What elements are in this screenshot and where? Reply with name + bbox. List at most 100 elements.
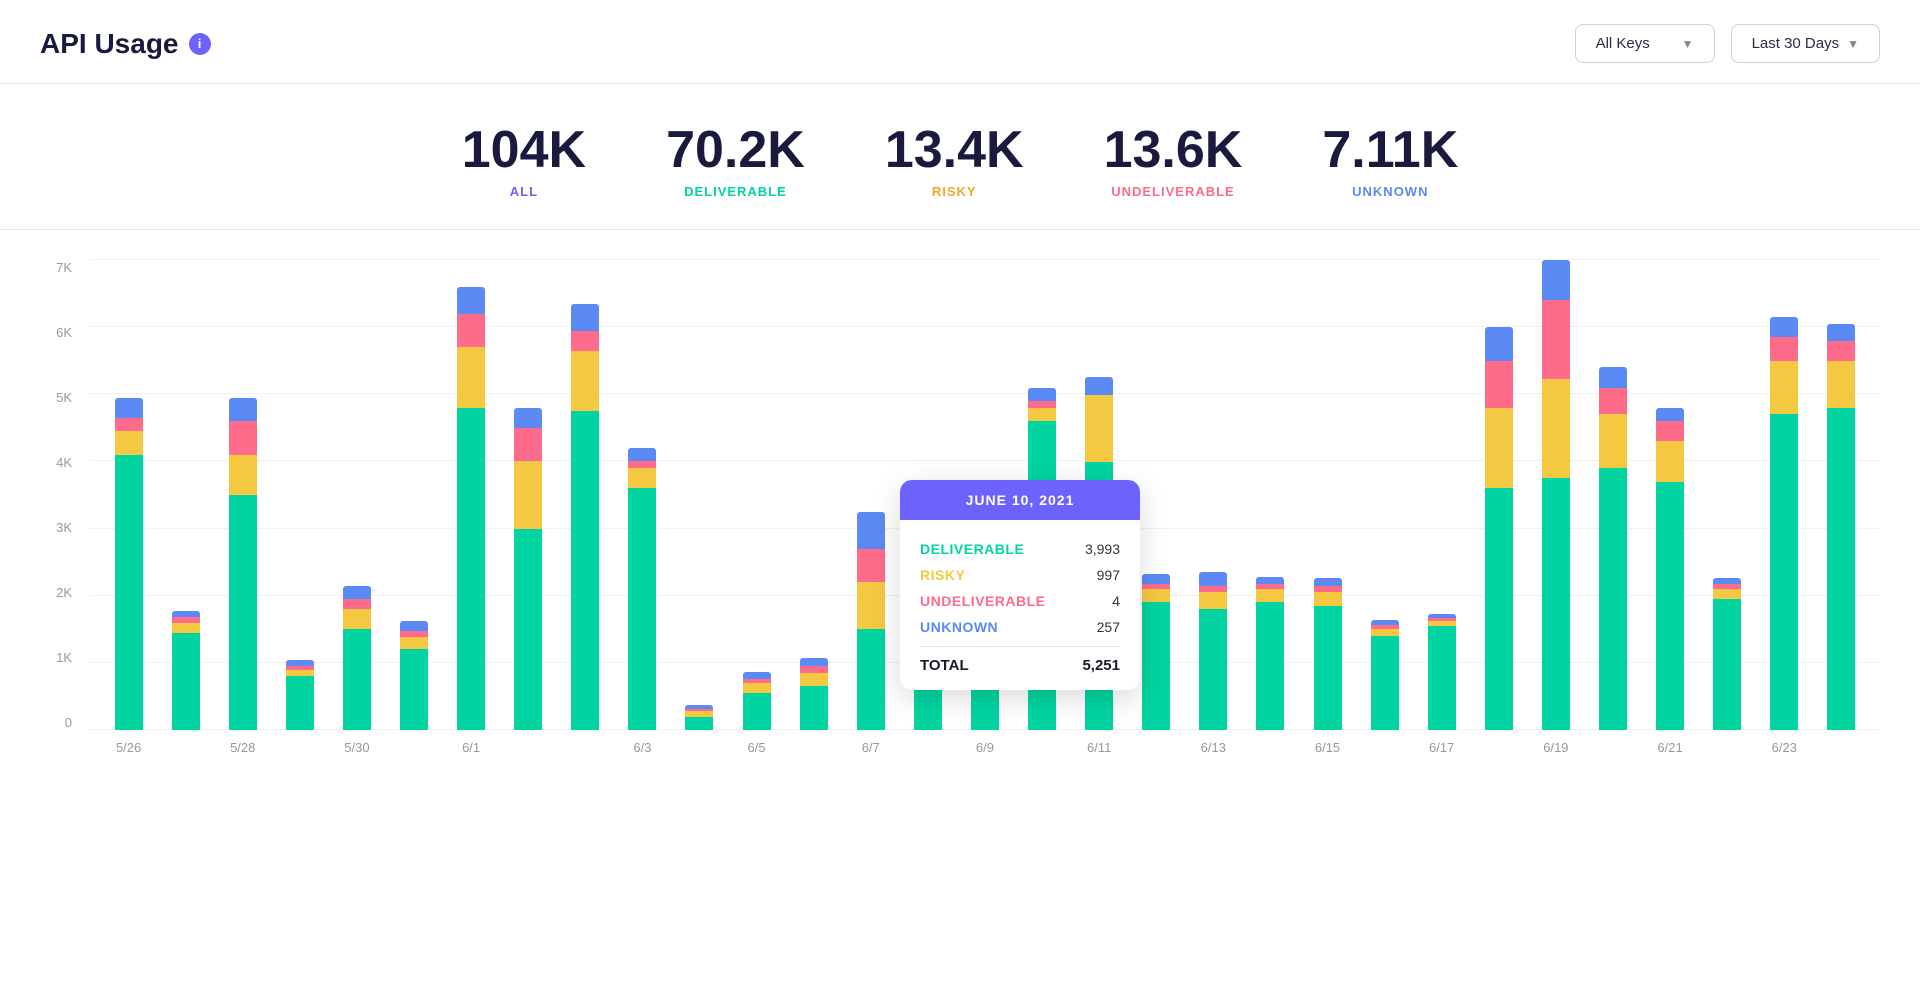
tooltip-total-label: TOTAL xyxy=(920,657,969,674)
bar-group[interactable] xyxy=(100,260,157,730)
bar[interactable] xyxy=(1428,614,1456,730)
bar-segment-deliverable xyxy=(1142,602,1170,730)
bar-group[interactable] xyxy=(842,260,899,730)
period-dropdown[interactable]: Last 30 Days ▼ xyxy=(1731,24,1880,63)
bar-group[interactable] xyxy=(1242,260,1299,730)
bar[interactable] xyxy=(286,660,314,730)
bar-segment-unknown xyxy=(400,621,428,631)
x-axis-label xyxy=(1470,730,1527,780)
bar-segment-deliverable xyxy=(685,717,713,730)
y-axis-label: 3K xyxy=(40,520,80,535)
bar-group[interactable] xyxy=(785,260,842,730)
bar[interactable] xyxy=(1314,578,1342,730)
x-axis-label: 6/3 xyxy=(614,730,671,780)
bar-group[interactable] xyxy=(1185,260,1242,730)
x-axis-label: 5/26 xyxy=(100,730,157,780)
bar-group[interactable] xyxy=(1642,260,1699,730)
bar[interactable] xyxy=(1770,317,1798,730)
bar[interactable] xyxy=(1713,578,1741,730)
chart-container: 7K6K5K4K3K2K1K0 5/265/285/306/16/36/56/7… xyxy=(40,260,1880,780)
x-axis-label: 5/30 xyxy=(328,730,385,780)
bar-segment-deliverable xyxy=(1827,408,1855,730)
stat-label-undeliverable: UNDELIVERABLE xyxy=(1104,184,1243,199)
bar-group[interactable] xyxy=(728,260,785,730)
bar-segment-unknown xyxy=(857,512,885,549)
bar-group[interactable] xyxy=(1299,260,1356,730)
bar-group[interactable] xyxy=(1356,260,1413,730)
bar-group[interactable] xyxy=(500,260,557,730)
bar-segment-deliverable xyxy=(1371,636,1399,730)
bar-segment-undeliverable xyxy=(571,331,599,351)
tooltip-row: UNKNOWN 257 xyxy=(920,614,1120,640)
bar[interactable] xyxy=(229,398,257,730)
x-axis-label xyxy=(785,730,842,780)
bar[interactable] xyxy=(115,398,143,730)
keys-dropdown[interactable]: All Keys ▼ xyxy=(1575,24,1715,63)
chart-section: 7K6K5K4K3K2K1K0 5/265/285/306/16/36/56/7… xyxy=(0,230,1920,800)
info-icon[interactable]: i xyxy=(189,33,211,55)
x-axis-label xyxy=(1242,730,1299,780)
bar[interactable] xyxy=(1371,620,1399,730)
bar-group[interactable] xyxy=(557,260,614,730)
bar-group[interactable] xyxy=(1756,260,1813,730)
bar[interactable] xyxy=(1827,324,1855,730)
bar-segment-deliverable xyxy=(229,495,257,730)
bar[interactable] xyxy=(571,304,599,730)
x-axis-label: 6/5 xyxy=(728,730,785,780)
bar-segment-deliverable xyxy=(1770,414,1798,730)
y-axis-label: 7K xyxy=(40,260,80,275)
bar-group[interactable] xyxy=(671,260,728,730)
bar-group[interactable] xyxy=(614,260,671,730)
bar-group[interactable] xyxy=(1527,260,1584,730)
bar-group[interactable] xyxy=(443,260,500,730)
bar-group[interactable] xyxy=(1699,260,1756,730)
bar-segment-undeliverable xyxy=(400,631,428,638)
bar-group[interactable] xyxy=(385,260,442,730)
bar[interactable] xyxy=(857,512,885,730)
bar-group[interactable] xyxy=(214,260,271,730)
bar-segment-unknown xyxy=(457,287,485,314)
bar-segment-risky xyxy=(1028,408,1056,421)
bar-segment-unknown xyxy=(514,408,542,428)
bar-segment-unknown xyxy=(1656,408,1684,421)
bar[interactable] xyxy=(514,408,542,730)
bar[interactable] xyxy=(1542,260,1570,730)
stat-value-risky: 13.4K xyxy=(885,124,1024,176)
bar[interactable] xyxy=(1142,574,1170,730)
bar[interactable] xyxy=(800,658,828,730)
bar[interactable] xyxy=(343,586,371,730)
bar-segment-unknown xyxy=(1256,577,1284,584)
bar-group[interactable] xyxy=(271,260,328,730)
bar-segment-deliverable xyxy=(457,408,485,730)
bar-segment-undeliverable xyxy=(1770,337,1798,360)
bar-group[interactable] xyxy=(1584,260,1641,730)
bar-group[interactable] xyxy=(1470,260,1527,730)
bar[interactable] xyxy=(400,621,428,730)
bar[interactable] xyxy=(1656,408,1684,730)
bar[interactable] xyxy=(1256,577,1284,730)
period-dropdown-arrow: ▼ xyxy=(1847,37,1859,51)
stat-label-all: ALL xyxy=(462,184,586,199)
bar-group[interactable] xyxy=(1813,260,1870,730)
bar[interactable] xyxy=(685,705,713,731)
bar[interactable] xyxy=(628,448,656,730)
bar-segment-unknown xyxy=(229,398,257,421)
stat-deliverable: 70.2K DELIVERABLE xyxy=(666,124,805,199)
bar[interactable] xyxy=(1599,367,1627,730)
bar-segment-undeliverable xyxy=(1656,421,1684,441)
bar-group[interactable] xyxy=(328,260,385,730)
stat-value-undeliverable: 13.6K xyxy=(1104,124,1243,176)
bar[interactable] xyxy=(743,672,771,730)
bar-segment-unknown xyxy=(1028,388,1056,401)
bar[interactable] xyxy=(457,287,485,730)
tooltip-row-value: 4 xyxy=(1112,593,1120,609)
bar[interactable] xyxy=(1485,327,1513,730)
tooltip-total-row: TOTAL 5,251 xyxy=(920,653,1120,674)
bar-segment-undeliverable xyxy=(857,549,885,583)
bar[interactable] xyxy=(1199,572,1227,730)
bar-segment-unknown xyxy=(343,586,371,599)
bar-group[interactable] xyxy=(1413,260,1470,730)
bar-group[interactable] xyxy=(157,260,214,730)
bar[interactable] xyxy=(172,611,200,731)
bar-segment-deliverable xyxy=(1542,478,1570,730)
